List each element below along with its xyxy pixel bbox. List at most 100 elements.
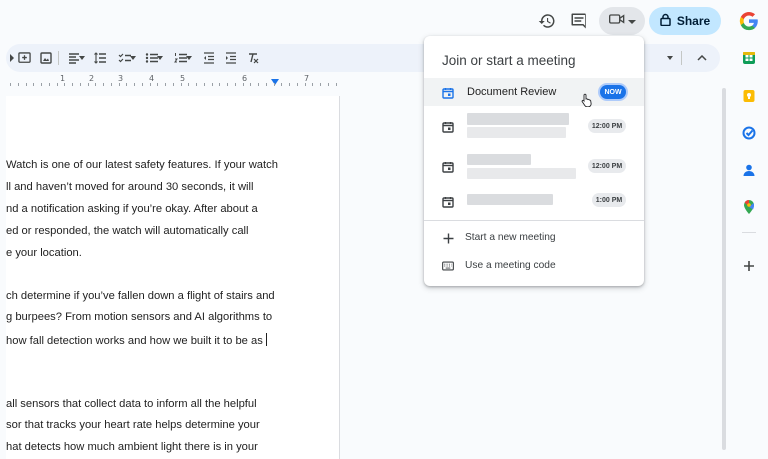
share-button[interactable]: Share: [649, 7, 721, 35]
action-label: Start a new meeting: [465, 232, 556, 243]
share-label: Share: [676, 14, 711, 28]
clear-formatting-icon[interactable]: [245, 50, 261, 66]
ruler-tick: [242, 83, 244, 86]
decrease-indent-icon[interactable]: [201, 50, 217, 66]
numbered-list-dropdown-icon[interactable]: [185, 50, 193, 66]
ruler-tick: [258, 83, 259, 86]
menu-divider: [424, 220, 644, 221]
ruler-tick: [165, 83, 166, 86]
keep-icon[interactable]: [739, 86, 759, 106]
redacted-meeting-detail: [467, 168, 576, 179]
chevron-down-icon: [627, 12, 636, 30]
document-line[interactable]: nd a notification asking if you’re okay.…: [6, 203, 258, 215]
side-panel-rail: [730, 0, 768, 459]
redacted-meeting-detail: [467, 127, 566, 138]
ruler-tick: [234, 83, 236, 86]
ruler-tick: [335, 83, 337, 86]
hide-menus-chevron-up-icon[interactable]: [694, 50, 710, 66]
right-indent-marker[interactable]: [271, 79, 279, 85]
hand-pointer-cursor-icon: [581, 93, 593, 108]
redacted-meeting-title: [467, 154, 531, 165]
document-line[interactable]: g burpees? From motion sensors and AI al…: [6, 311, 272, 323]
ruler-tick: [320, 83, 321, 86]
ruler-number: 5: [180, 74, 186, 83]
meet-dropdown-menu: Join or start a meeting Document Review …: [424, 36, 644, 286]
sheets-icon[interactable]: [739, 48, 759, 68]
keyboard-icon: [442, 260, 454, 272]
checklist-dropdown-icon[interactable]: [129, 50, 137, 66]
now-badge: NOW: [600, 85, 626, 99]
ruler-tick: [219, 83, 221, 86]
calendar-icon: [442, 160, 454, 173]
ruler-tick: [227, 83, 228, 86]
document-line[interactable]: all sensors that collect data to inform …: [6, 398, 257, 410]
insert-comment-icon[interactable]: [16, 50, 32, 66]
ruler-number: 2: [89, 74, 95, 83]
meeting-item[interactable]: Document Review NOW: [424, 78, 644, 106]
ruler-tick: [250, 83, 252, 86]
ruler-tick: [10, 83, 11, 86]
tasks-icon[interactable]: [739, 123, 759, 143]
ruler-tick: [289, 83, 290, 86]
time-badge: 12:00 PM: [588, 119, 626, 133]
google-icon[interactable]: [738, 10, 760, 32]
calendar-icon: [442, 120, 454, 133]
meeting-item[interactable]: 12:00 PM: [424, 150, 644, 184]
document-line[interactable]: hat detects how much ambient light there…: [6, 441, 258, 453]
more-options-dropdown-icon[interactable]: [662, 50, 678, 66]
ruler-tick: [95, 83, 97, 86]
ruler-tick: [327, 83, 329, 86]
contacts-icon[interactable]: [739, 160, 759, 180]
ruler-tick: [25, 83, 27, 86]
document-line[interactable]: how fall detection works and how we buil…: [6, 333, 267, 347]
ruler-tick: [17, 83, 19, 86]
ruler-tick: [203, 83, 205, 86]
comment-icon[interactable]: [567, 9, 591, 33]
document-line[interactable]: e your location.: [6, 247, 82, 259]
document-line[interactable]: sor that tracks your heart rate helps de…: [6, 419, 260, 431]
use-meeting-code-item[interactable]: Use a meeting code: [424, 253, 644, 279]
document-line-text[interactable]: how fall detection works and how we buil…: [6, 335, 263, 347]
document-line[interactable]: ed or responded, the watch will automati…: [6, 225, 249, 237]
document-page[interactable]: Watch is one of our latest safety featur…: [6, 96, 340, 459]
align-dropdown-icon[interactable]: [78, 50, 86, 66]
redacted-meeting-title: [467, 194, 553, 205]
document-line[interactable]: Watch is one of our latest safety featur…: [6, 159, 278, 171]
video-call-icon: [608, 12, 625, 31]
meet-button[interactable]: [599, 7, 645, 35]
ruler-tick: [304, 83, 306, 86]
ruler-number: 7: [304, 74, 310, 83]
add-icon[interactable]: [739, 256, 759, 276]
insert-image-icon[interactable]: [38, 50, 54, 66]
ruler-tick: [172, 83, 174, 86]
ruler-tick: [180, 83, 182, 86]
ruler-tick: [87, 83, 89, 86]
meeting-item[interactable]: 1:00 PM: [424, 188, 644, 214]
history-icon[interactable]: [535, 9, 559, 33]
ruler-tick: [64, 83, 66, 86]
document-line[interactable]: ch determine if you’ve fallen down a fli…: [6, 290, 275, 302]
bulleted-list-dropdown-icon[interactable]: [156, 50, 164, 66]
menu-title: Join or start a meeting: [442, 53, 576, 68]
plus-icon: [442, 232, 454, 244]
scrollbar-thumb[interactable]: [722, 88, 726, 450]
toolbar-divider: [58, 51, 59, 65]
ruler-tick: [265, 83, 267, 86]
ruler-tick: [149, 83, 151, 86]
start-new-meeting-item[interactable]: Start a new meeting: [424, 225, 644, 251]
increase-indent-icon[interactable]: [223, 50, 239, 66]
maps-icon[interactable]: [739, 197, 759, 217]
ruler-tick: [41, 83, 42, 86]
document-line[interactable]: ll and haven’t moved for around 30 secon…: [6, 181, 254, 193]
redacted-meeting-title: [467, 113, 569, 125]
ruler-tick: [72, 83, 73, 86]
rail-divider: [742, 232, 756, 233]
horizontal-ruler[interactable]: 1 2 3 4 5 6 7: [6, 74, 340, 88]
line-spacing-icon[interactable]: [92, 50, 108, 66]
ruler-tick: [296, 83, 298, 86]
ruler-tick: [33, 83, 35, 86]
ruler-tick: [56, 83, 58, 86]
meeting-item[interactable]: 12:00 PM: [424, 110, 644, 144]
ruler-tick: [196, 83, 197, 86]
ruler-tick: [110, 83, 112, 86]
